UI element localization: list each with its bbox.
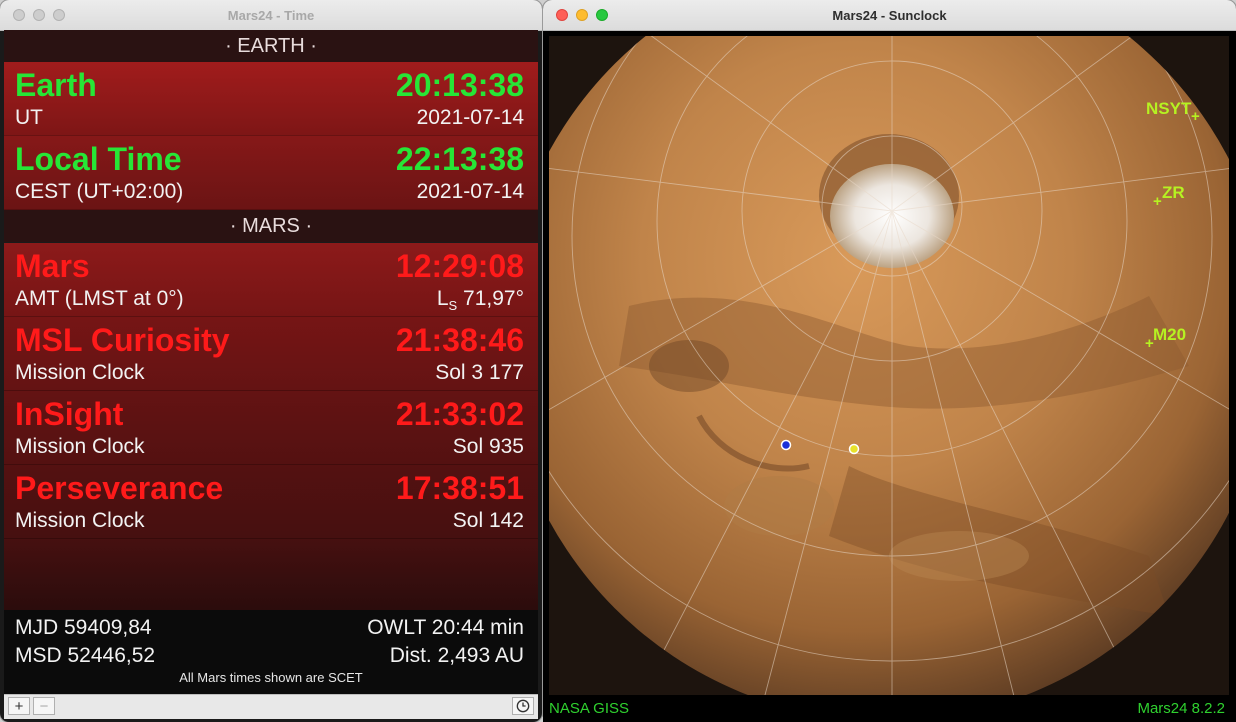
perseverance-row: Perseverance 17:38:51 Mission Clock Sol … bbox=[4, 465, 538, 539]
ls-subscript: S bbox=[448, 298, 458, 314]
row-time: 21:33:02 bbox=[395, 396, 524, 432]
row-name: Earth bbox=[15, 67, 97, 103]
mars-amt-row: Mars 12:29:08 AMT (LMST at 0°) LS 71,97° bbox=[4, 243, 538, 317]
remove-button[interactable]: − bbox=[33, 697, 55, 715]
mjd-value: MJD 59409,84 bbox=[15, 616, 152, 639]
earth-section-header: · EARTH · bbox=[4, 30, 538, 62]
row-name: Local Time bbox=[15, 141, 182, 177]
status-right: Mars24 8.2.2 bbox=[1137, 700, 1225, 717]
row-name: InSight bbox=[15, 396, 124, 432]
time-window: Mars24 - Time · EARTH · Earth 20:13:38 U… bbox=[0, 0, 542, 722]
row-sub-value: 2021-07-14 bbox=[416, 180, 524, 203]
msd-value: MSD 52446,52 bbox=[15, 644, 156, 667]
status-left: NASA GISS bbox=[549, 700, 630, 717]
lander-label-m20: M20 bbox=[1153, 325, 1186, 344]
insight-row: InSight 21:33:02 Mission Clock Sol 935 bbox=[4, 391, 538, 465]
row-time: 22:13:38 bbox=[395, 141, 524, 177]
scet-note: All Mars times shown are SCET bbox=[179, 670, 363, 685]
row-name: Perseverance bbox=[15, 470, 224, 506]
mars-globe-svg: NSYT + ZR + M20 + bbox=[549, 36, 1229, 695]
sunclock-status-bar: NASA GISS Mars24 8.2.2 bbox=[543, 695, 1236, 722]
ls-symbol: L bbox=[436, 287, 449, 310]
local-time-row: Local Time 22:13:38 CEST (UT+02:00) 2021… bbox=[4, 136, 538, 210]
row-time: 17:38:51 bbox=[395, 470, 524, 506]
row-sub-label: Mission Clock bbox=[15, 509, 145, 532]
row-sub-value: Sol 935 bbox=[452, 435, 524, 458]
earth-ut-row: Earth 20:13:38 UT 2021-07-14 bbox=[4, 62, 538, 136]
row-sub-label: AMT (LMST at 0°) bbox=[15, 287, 184, 310]
row-sub-label: Mission Clock bbox=[15, 435, 145, 458]
window-title: Mars24 - Sunclock bbox=[832, 8, 947, 23]
owlt-value: OWLT 20:44 min bbox=[367, 616, 524, 639]
row-sub-value: Sol 142 bbox=[452, 509, 524, 532]
lander-label-zr: ZR bbox=[1162, 183, 1185, 202]
title-bar[interactable]: Mars24 - Sunclock bbox=[543, 0, 1236, 31]
row-sub-label: Mission Clock bbox=[15, 361, 145, 384]
solar-longitude-value: LS 71,97° bbox=[437, 286, 524, 319]
row-time: 21:38:46 bbox=[395, 322, 524, 358]
subsolar-point-marker bbox=[780, 439, 792, 451]
subearth-point-marker bbox=[848, 443, 860, 455]
row-time: 20:13:38 bbox=[395, 67, 524, 103]
row-time: 12:29:08 bbox=[395, 248, 524, 284]
row-sub-value: Sol 3 177 bbox=[435, 361, 524, 384]
clock-glyph bbox=[516, 699, 530, 713]
window-title: Mars24 - Time bbox=[227, 8, 315, 23]
info-footer: MJD 59409,84 OWLT 20:44 min MSD 52446,52… bbox=[4, 610, 538, 694]
empty-list-area bbox=[4, 539, 538, 610]
msl-curiosity-row: MSL Curiosity 21:38:46 Mission Clock Sol… bbox=[4, 317, 538, 391]
clock-icon[interactable] bbox=[512, 697, 534, 715]
row-sub-label: CEST (UT+02:00) bbox=[15, 180, 184, 203]
mars-polar-map[interactable]: NSYT + ZR + M20 + bbox=[549, 36, 1229, 695]
lander-label-nsyt: NSYT bbox=[1146, 99, 1192, 118]
mars-section-header: · MARS · bbox=[4, 210, 538, 242]
title-bar[interactable]: Mars24 - Time bbox=[0, 0, 542, 31]
row-sub-label: UT bbox=[15, 106, 43, 129]
lander-marker-zr: + bbox=[1153, 193, 1162, 210]
distance-value: Dist. 2,493 AU bbox=[389, 644, 524, 667]
row-sub-value: 2021-07-14 bbox=[416, 106, 524, 129]
ls-value: 71,97° bbox=[457, 287, 524, 310]
row-name: Mars bbox=[15, 248, 90, 284]
bottom-toolbar: + − bbox=[4, 694, 538, 719]
lander-marker-nsyt: + bbox=[1191, 108, 1200, 125]
add-button[interactable]: + bbox=[8, 697, 30, 715]
row-name: MSL Curiosity bbox=[15, 322, 230, 358]
lander-marker-m20: + bbox=[1145, 335, 1154, 352]
